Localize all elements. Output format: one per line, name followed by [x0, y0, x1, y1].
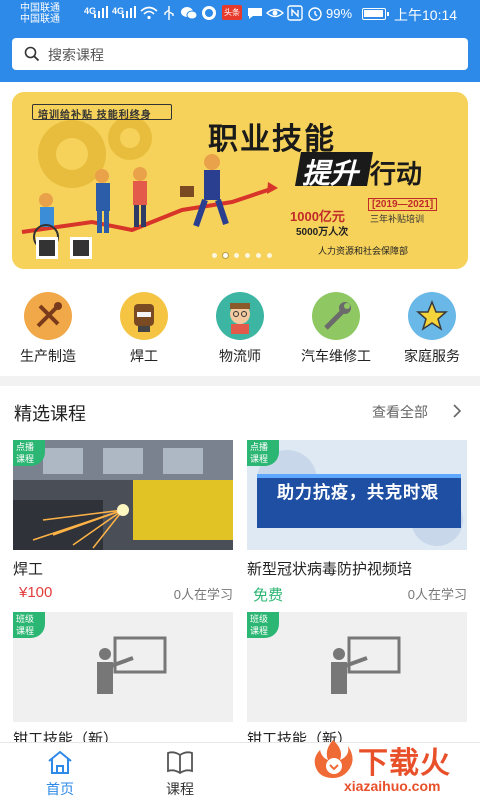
nav-courses-label: 课程	[166, 781, 194, 797]
course-price: ¥100	[19, 584, 53, 601]
nav-home[interactable]: 首页	[0, 743, 120, 800]
battery-percent: 99%	[326, 6, 353, 21]
eye-icon	[266, 8, 284, 18]
category-row: 生产制造 焊工 物流师 汽车维修工 家庭服务	[0, 286, 480, 370]
course-learners: 0人在学习	[173, 587, 233, 602]
category-label: 汽车维修工	[301, 348, 371, 364]
section-divider	[0, 376, 480, 386]
banner-title-highlight-text: 提升	[302, 158, 359, 189]
battery-level	[364, 10, 383, 17]
banner-people: 5000万人次	[296, 227, 349, 238]
banner-subtitle: 三年补贴培训	[370, 214, 425, 224]
course-card[interactable]: 班级课程 钳工技能（新）	[13, 612, 233, 748]
search-input[interactable]: 搜索课程	[12, 38, 468, 70]
carousel-dot[interactable]	[234, 253, 239, 258]
poster-slogan: 助力抗疫，共克时艰	[277, 483, 439, 502]
carrier-labels: 中国联通 中国联通	[20, 3, 60, 25]
search-icon	[24, 46, 40, 62]
see-all-link[interactable]: 查看全部	[372, 402, 428, 422]
wechat-icon	[181, 7, 198, 20]
nav-courses[interactable]: 课程	[120, 743, 240, 800]
banner-title-suffix: 行动	[370, 159, 423, 189]
watermark-text: 下载火	[358, 747, 451, 780]
course-thumbnail-placeholder	[13, 612, 233, 722]
carrier-1: 中国联通	[20, 3, 60, 14]
nav-home-label: 首页	[46, 781, 74, 797]
carousel-dot[interactable]	[212, 253, 217, 258]
wrench-icon	[312, 292, 360, 340]
category-item[interactable]: 物流师	[192, 286, 288, 370]
carousel-dot[interactable]	[256, 253, 261, 258]
search-placeholder: 搜索课程	[48, 47, 104, 63]
carousel-dot[interactable]	[245, 253, 250, 258]
logistician-icon	[216, 292, 264, 340]
category-item[interactable]: 焊工	[96, 286, 192, 370]
promo-banner[interactable]: 培训给补贴 技能利终身 职业技能 提升 行动 [2019—2021] 三年补贴培…	[12, 92, 468, 269]
course-card[interactable]: 班级课程 钳工技能（新）	[247, 612, 467, 748]
carousel-dot[interactable]	[267, 253, 272, 258]
welding-photo	[13, 440, 233, 550]
course-type-badge: 班级课程	[247, 612, 279, 638]
watermark-url: xiazaihuo.com	[344, 778, 441, 794]
flame-logo-icon	[314, 740, 353, 778]
course-type-badge: 点播课程	[13, 440, 45, 466]
teacher-placeholder-icon	[97, 636, 167, 694]
category-label: 家庭服务	[404, 348, 460, 364]
home-icon	[48, 750, 72, 774]
banner-ministry: 人力资源和社会保障部	[318, 246, 409, 256]
course-type-badge: 点播课程	[247, 440, 279, 466]
clock: 上午10:14	[394, 7, 458, 23]
category-label: 生产制造	[20, 348, 76, 364]
course-title: 新型冠状病毒防护视频培	[247, 561, 413, 578]
banner-years: [2019—2021]	[368, 198, 438, 211]
course-thumbnail: 助力抗疫，共克时艰 点播课程	[247, 440, 467, 550]
chevron-right-icon[interactable]	[452, 404, 462, 418]
course-card[interactable]: 点播课程 焊工 ¥100 0人在学习	[13, 440, 233, 610]
watermark: 下载火 xiazaihuo.com	[310, 736, 480, 800]
toutiao-badge: 头条	[222, 5, 242, 20]
course-title: 焊工	[13, 561, 44, 578]
star-icon	[408, 292, 456, 340]
course-type-badge: 班级课程	[13, 612, 45, 638]
alarm-icon	[308, 7, 322, 21]
banner-tag: 培训给补贴 技能利终身	[38, 110, 152, 121]
category-item[interactable]: 生产制造	[0, 286, 96, 370]
teacher-placeholder-icon	[331, 636, 401, 694]
category-label: 焊工	[130, 348, 158, 364]
category-label: 物流师	[219, 348, 261, 364]
category-item[interactable]: 汽车维修工	[288, 286, 384, 370]
signal-icon	[94, 6, 108, 18]
book-icon	[167, 751, 193, 775]
course-thumbnail: 点播课程	[13, 440, 233, 550]
usb-icon	[164, 6, 174, 20]
signal-icon-2	[122, 6, 136, 18]
app-header: 中国联通 中国联通 4G 4G 头条 99% 上午10:14 搜索课程	[0, 0, 480, 82]
course-learners: 0人在学习	[407, 587, 467, 602]
course-card[interactable]: 助力抗疫，共克时艰 点播课程 新型冠状病毒防护视频培 免费 0人在学习	[247, 440, 467, 610]
nfc-icon	[287, 5, 303, 21]
wifi-icon	[140, 6, 158, 20]
section-title: 精选课程	[14, 404, 86, 424]
category-item[interactable]: 家庭服务	[384, 286, 480, 370]
tools-icon	[24, 292, 72, 340]
carousel-dot[interactable]	[223, 253, 228, 258]
battery-icon	[362, 8, 389, 20]
course-price: 免费	[253, 587, 284, 604]
status-bar: 中国联通 中国联通 4G 4G 头条 99% 上午10:14	[0, 0, 480, 28]
course-thumbnail-placeholder	[247, 612, 467, 722]
app-notification-icon	[202, 6, 216, 20]
welder-icon	[120, 292, 168, 340]
carrier-2: 中国联通	[20, 14, 60, 25]
message-icon	[248, 8, 262, 19]
